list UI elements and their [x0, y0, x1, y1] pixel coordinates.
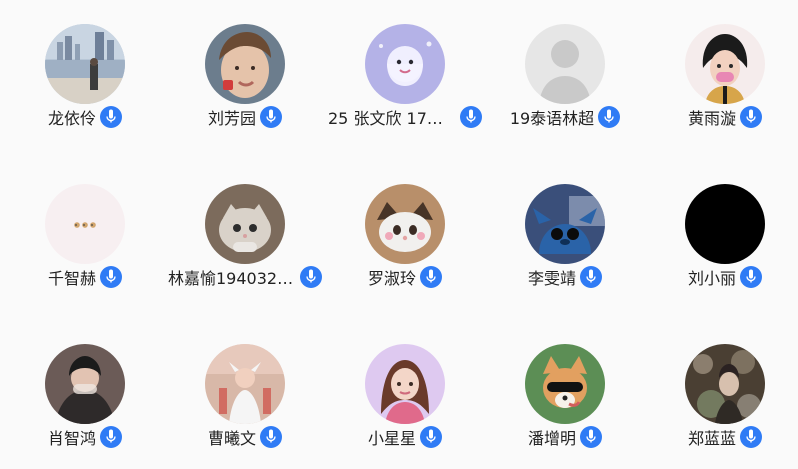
name-row: 刘小丽 — [645, 264, 798, 290]
user-card[interactable]: 林嘉愉1940323... — [165, 160, 325, 288]
child-costume-avatar[interactable] — [205, 344, 285, 424]
person-hoodie-avatar[interactable] — [45, 344, 125, 424]
user-card[interactable]: 罗淑玲 — [325, 160, 485, 288]
user-card[interactable]: 郑蓝蓝 — [645, 320, 798, 448]
user-card[interactable]: 小星星 — [325, 320, 485, 448]
user-name[interactable]: 李雯靖 — [528, 265, 576, 289]
name-row: 龙依伶 — [5, 104, 165, 130]
user-card[interactable]: 肖智鸿 — [5, 320, 165, 448]
user-name[interactable]: 潘增明 — [528, 425, 576, 449]
user-name[interactable]: 肖智鸿 — [48, 425, 96, 449]
corgi-dog-avatar[interactable] — [525, 344, 605, 424]
user-name[interactable]: 千智赫 — [48, 265, 96, 289]
user-card[interactable]: 刘小丽 — [645, 160, 798, 288]
name-row: 郑蓝蓝 — [645, 424, 798, 450]
user-card[interactable]: 刘芳园 — [165, 0, 325, 128]
user-card[interactable]: 潘增明 — [485, 320, 645, 448]
voice-verified-badge-icon — [100, 106, 122, 128]
name-row: 19泰语林超 — [485, 104, 645, 130]
anime-girl-avatar[interactable] — [365, 344, 445, 424]
voice-verified-badge-icon — [260, 106, 282, 128]
user-card[interactable]: 25 张文欣 17商... — [325, 0, 485, 128]
voice-verified-badge-icon — [580, 426, 602, 448]
user-grid: 龙依伶 刘芳园 25 张文欣 17商... 19泰语林超 黄雨漩 千智赫 林嘉愉… — [0, 0, 798, 469]
user-card[interactable]: 黄雨漩 — [645, 0, 798, 128]
name-row: 25 张文欣 17商... — [325, 104, 485, 130]
voice-verified-badge-icon — [420, 426, 442, 448]
name-row: 林嘉愉1940323... — [165, 264, 325, 290]
voice-verified-badge-icon — [100, 426, 122, 448]
woman-portrait-avatar[interactable] — [205, 24, 285, 104]
user-name[interactable]: 龙依伶 — [48, 105, 96, 129]
tiny-emoji-avatar[interactable] — [45, 184, 125, 264]
seaside-photo-avatar[interactable] — [45, 24, 125, 104]
voice-verified-badge-icon — [740, 266, 762, 288]
user-card[interactable]: 19泰语林超 — [485, 0, 645, 128]
user-name[interactable]: 刘芳园 — [208, 105, 256, 129]
user-name[interactable]: 黄雨漩 — [688, 105, 736, 129]
user-card[interactable]: 千智赫 — [5, 160, 165, 288]
cat-closeup-avatar[interactable] — [365, 184, 445, 264]
user-name[interactable]: 罗淑玲 — [368, 265, 416, 289]
cartoon-ghost-avatar[interactable] — [365, 24, 445, 104]
name-row: 曹曦文 — [165, 424, 325, 450]
cat-photo-avatar[interactable] — [205, 184, 285, 264]
voice-verified-badge-icon — [740, 426, 762, 448]
name-row: 黄雨漩 — [645, 104, 798, 130]
user-card[interactable]: 曹曦文 — [165, 320, 325, 448]
cartoon-girl-avatar[interactable] — [685, 24, 765, 104]
user-name[interactable]: 19泰语林超 — [510, 105, 594, 129]
voice-verified-badge-icon — [100, 266, 122, 288]
default-user-avatar[interactable] — [525, 24, 605, 104]
name-row: 千智赫 — [5, 264, 165, 290]
name-row: 小星星 — [325, 424, 485, 450]
black-avatar[interactable] — [685, 184, 765, 264]
voice-verified-badge-icon — [598, 106, 621, 128]
user-name[interactable]: 25 张文欣 17商... — [328, 105, 456, 129]
cartoon-stitch-avatar[interactable] — [525, 184, 605, 264]
voice-verified-badge-icon — [580, 266, 602, 288]
user-name[interactable]: 林嘉愉1940323... — [168, 265, 296, 289]
voice-verified-badge-icon — [300, 266, 322, 288]
user-name[interactable]: 刘小丽 — [688, 265, 736, 289]
voice-verified-badge-icon — [260, 426, 282, 448]
name-row: 刘芳园 — [165, 104, 325, 130]
user-name[interactable]: 小星星 — [368, 425, 416, 449]
voice-verified-badge-icon — [460, 106, 482, 128]
user-name[interactable]: 曹曦文 — [208, 425, 256, 449]
voice-verified-badge-icon — [740, 106, 762, 128]
name-row: 肖智鸿 — [5, 424, 165, 450]
user-card[interactable]: 龙依伶 — [5, 0, 165, 128]
voice-verified-badge-icon — [420, 266, 442, 288]
user-name[interactable]: 郑蓝蓝 — [688, 425, 736, 449]
user-card[interactable]: 李雯靖 — [485, 160, 645, 288]
name-row: 罗淑玲 — [325, 264, 485, 290]
floral-photo-avatar[interactable] — [685, 344, 765, 424]
name-row: 李雯靖 — [485, 264, 645, 290]
name-row: 潘增明 — [485, 424, 645, 450]
